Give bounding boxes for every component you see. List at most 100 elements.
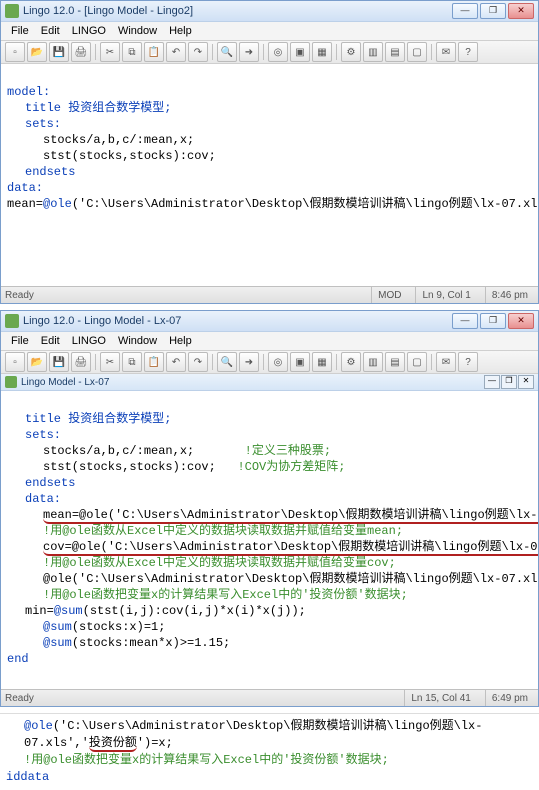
menu-window[interactable]: Window — [112, 335, 163, 347]
menu-help[interactable]: Help — [163, 335, 198, 347]
send-icon[interactable]: ✉ — [436, 352, 456, 372]
window-1: Lingo 12.0 - [Lingo Model - Lingo2] — ❐ … — [0, 0, 539, 304]
app-icon — [5, 4, 19, 18]
fn-sum: @sum — [43, 636, 72, 650]
options-icon[interactable]: ⚙ — [341, 42, 361, 62]
solve-icon[interactable]: ◎ — [268, 42, 288, 62]
comment: !用@ole函数把变量x的计算结果写入Excel中的'投资份额'数据块; — [6, 752, 389, 769]
mdi-minimize-button[interactable]: — — [484, 375, 500, 389]
redo-icon[interactable]: ↷ — [188, 352, 208, 372]
window-title: Lingo 12.0 - [Lingo Model - Lingo2] — [23, 5, 452, 17]
status-ready: Ready — [5, 693, 34, 704]
menu-lingo[interactable]: LINGO — [66, 25, 112, 37]
new-icon[interactable]: ▫ — [5, 352, 25, 372]
menu-lingo[interactable]: LINGO — [66, 335, 112, 347]
save-icon[interactable]: 💾 — [49, 42, 69, 62]
code-editor[interactable]: model: title 投资组合数学模型; sets: stocks/a,b,… — [1, 64, 538, 286]
doc-icon — [5, 376, 17, 388]
window-controls: — ❐ ✕ — [452, 3, 534, 19]
mdi-maximize-button[interactable]: ❐ — [501, 375, 517, 389]
fn-ole: @ole — [43, 197, 72, 211]
goto-icon[interactable]: ➜ — [239, 42, 259, 62]
copy-icon[interactable]: ⧉ — [122, 352, 142, 372]
close-all-icon[interactable]: ▢ — [407, 42, 427, 62]
maximize-button[interactable]: ❐ — [480, 313, 506, 329]
underline-mark: 投资份额 — [89, 736, 137, 752]
matrix-icon[interactable]: ▦ — [312, 352, 332, 372]
open-icon[interactable]: 📂 — [27, 42, 47, 62]
cut-icon[interactable]: ✂ — [100, 352, 120, 372]
help-icon[interactable]: ? — [458, 42, 478, 62]
find-icon[interactable]: 🔍 — [217, 42, 237, 62]
close-button[interactable]: ✕ — [508, 3, 534, 19]
window-controls: — ❐ ✕ — [452, 313, 534, 329]
code-snippet: @ole('C:\Users\Administrator\Desktop\假期数… — [0, 713, 539, 790]
matrix-icon[interactable]: ▦ — [312, 42, 332, 62]
kw-data: data: — [7, 491, 61, 507]
code-line: stst(stocks,stocks):cov; — [43, 460, 216, 474]
cut-icon[interactable]: ✂ — [100, 42, 120, 62]
solve-icon[interactable]: ◎ — [268, 352, 288, 372]
status-ready: Ready — [5, 290, 34, 301]
code-editor[interactable]: title 投资组合数学模型; sets: stocks/a,b,c/:mean… — [1, 391, 538, 689]
undo-icon[interactable]: ↶ — [166, 352, 186, 372]
code-line: stst(stocks,stocks):cov; — [7, 148, 216, 164]
kw-title: title 投资组合数学模型; — [7, 100, 171, 116]
find-icon[interactable]: 🔍 — [217, 352, 237, 372]
menu-edit[interactable]: Edit — [35, 25, 66, 37]
menu-edit[interactable]: Edit — [35, 335, 66, 347]
paste-icon[interactable]: 📋 — [144, 42, 164, 62]
print-icon[interactable]: 🖨 — [71, 352, 91, 372]
solution-icon[interactable]: ▣ — [290, 42, 310, 62]
mdi-child-titlebar[interactable]: Lingo Model - Lx-07 — ❐ ✕ — [1, 374, 538, 391]
copy-icon[interactable]: ⧉ — [122, 42, 142, 62]
fn-ole: @ole — [24, 719, 53, 733]
code-line: ('C:\Users\Administrator\Desktop\假期数模培训讲… — [72, 197, 538, 211]
menu-window[interactable]: Window — [112, 25, 163, 37]
paste-icon[interactable]: 📋 — [144, 352, 164, 372]
menubar: File Edit LINGO Window Help — [1, 332, 538, 351]
window-tile-icon[interactable]: ▥ — [363, 42, 383, 62]
minimize-button[interactable]: — — [452, 313, 478, 329]
status-mod: MOD — [371, 287, 407, 303]
close-all-icon[interactable]: ▢ — [407, 352, 427, 372]
window-cascade-icon[interactable]: ▤ — [385, 42, 405, 62]
save-icon[interactable]: 💾 — [49, 352, 69, 372]
mdi-close-button[interactable]: ✕ — [518, 375, 534, 389]
kw-sets: sets: — [7, 116, 61, 132]
code-line: cov — [43, 540, 65, 554]
send-icon[interactable]: ✉ — [436, 42, 456, 62]
maximize-button[interactable]: ❐ — [480, 3, 506, 19]
code-line: mean — [43, 508, 72, 522]
titlebar[interactable]: Lingo 12.0 - [Lingo Model - Lingo2] — ❐ … — [1, 1, 538, 22]
toolbar: ▫ 📂 💾 🖨 ✂ ⧉ 📋 ↶ ↷ 🔍 ➜ ◎ ▣ ▦ ⚙ ▥ ▤ ▢ ✉ ? — [1, 41, 538, 64]
window-cascade-icon[interactable]: ▤ — [385, 352, 405, 372]
window-tile-icon[interactable]: ▥ — [363, 352, 383, 372]
comment: !用@ole函数从Excel中定义的数据块读取数据并赋值给变量mean; — [7, 523, 403, 539]
code-line: stocks/a,b,c/:mean,x; — [43, 444, 194, 458]
titlebar[interactable]: Lingo 12.0 - Lingo Model - Lx-07 — ❐ ✕ — [1, 311, 538, 332]
menu-help[interactable]: Help — [163, 25, 198, 37]
goto-icon[interactable]: ➜ — [239, 352, 259, 372]
code-line: min= — [25, 604, 54, 618]
kw-endsets: endsets — [7, 164, 75, 180]
undo-icon[interactable]: ↶ — [166, 42, 186, 62]
redo-icon[interactable]: ↷ — [188, 42, 208, 62]
menu-file[interactable]: File — [5, 335, 35, 347]
code-line: =@ole('C:\Users\Administrator\Desktop\假期… — [65, 540, 538, 554]
print-icon[interactable]: 🖨 — [71, 42, 91, 62]
help-icon[interactable]: ? — [458, 352, 478, 372]
close-button[interactable]: ✕ — [508, 313, 534, 329]
menu-file[interactable]: File — [5, 25, 35, 37]
status-time: 6:49 pm — [485, 690, 534, 706]
kw-end: end — [7, 652, 29, 666]
minimize-button[interactable]: — — [452, 3, 478, 19]
code-line: =@ole('C:\Users\Administrator\Desktop\假期… — [72, 508, 538, 522]
open-icon[interactable]: 📂 — [27, 352, 47, 372]
options-icon[interactable]: ⚙ — [341, 352, 361, 372]
kw-model: model: — [7, 85, 50, 99]
kw-sets: sets: — [7, 427, 61, 443]
new-icon[interactable]: ▫ — [5, 42, 25, 62]
solution-icon[interactable]: ▣ — [290, 352, 310, 372]
fn-sum: @sum — [43, 620, 72, 634]
